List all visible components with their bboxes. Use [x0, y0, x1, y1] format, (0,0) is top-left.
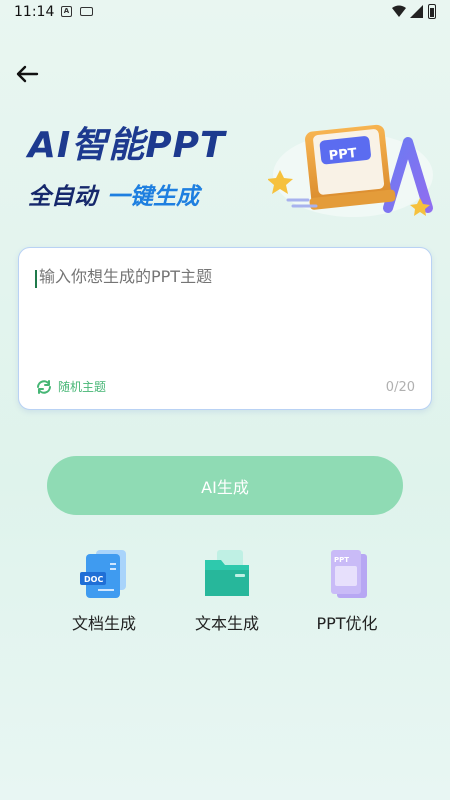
random-topic-button[interactable]: 随机主题 — [36, 378, 106, 395]
text-generate-button[interactable]: 文本生成 — [167, 548, 287, 634]
ppt-icon-text: PPT — [334, 556, 349, 564]
ppt-book-illustration: PPT — [268, 124, 433, 217]
ppt-badge-text: PPT — [328, 146, 357, 164]
signal-icon — [410, 5, 423, 18]
status-bar: 11:14 A — [0, 0, 450, 26]
battery-icon — [428, 4, 436, 19]
keyboard-icon — [80, 7, 93, 16]
ppt-file-icon: PPT — [331, 550, 367, 598]
hero-subtitle-part2: 一键生成 — [107, 184, 199, 210]
folder-icon — [205, 550, 249, 596]
status-time: 11:14 — [14, 4, 55, 20]
doc-generate-button[interactable]: DOC 文档生成 — [44, 548, 164, 634]
text-cursor — [35, 270, 37, 288]
hero-title: AI智能PPT — [28, 125, 226, 166]
app-notification-icon: A — [61, 6, 72, 17]
random-topic-label: 随机主题 — [58, 380, 107, 394]
back-button[interactable] — [14, 62, 44, 88]
char-counter: 0/20 — [385, 380, 415, 395]
doc-icon-text: DOC — [84, 575, 103, 584]
hero-subtitle: 全自动 一键生成 — [28, 177, 199, 211]
wifi-icon — [392, 5, 406, 17]
ppt-optimize-label: PPT优化 — [316, 614, 378, 633]
text-generate-label: 文本生成 — [194, 614, 259, 633]
topic-input-card: 随机主题 0/20 — [18, 247, 432, 410]
doc-generate-label: 文档生成 — [71, 614, 136, 633]
refresh-icon — [37, 379, 51, 394]
hero-subtitle-part1: 全自动 — [28, 184, 97, 210]
doc-file-icon: DOC — [80, 550, 126, 598]
ppt-optimize-button[interactable]: PPT PPT优化 — [287, 548, 407, 634]
ai-generate-button[interactable]: AI生成 — [47, 456, 403, 515]
topic-input[interactable] — [39, 267, 419, 286]
arrow-left-icon — [16, 65, 39, 83]
